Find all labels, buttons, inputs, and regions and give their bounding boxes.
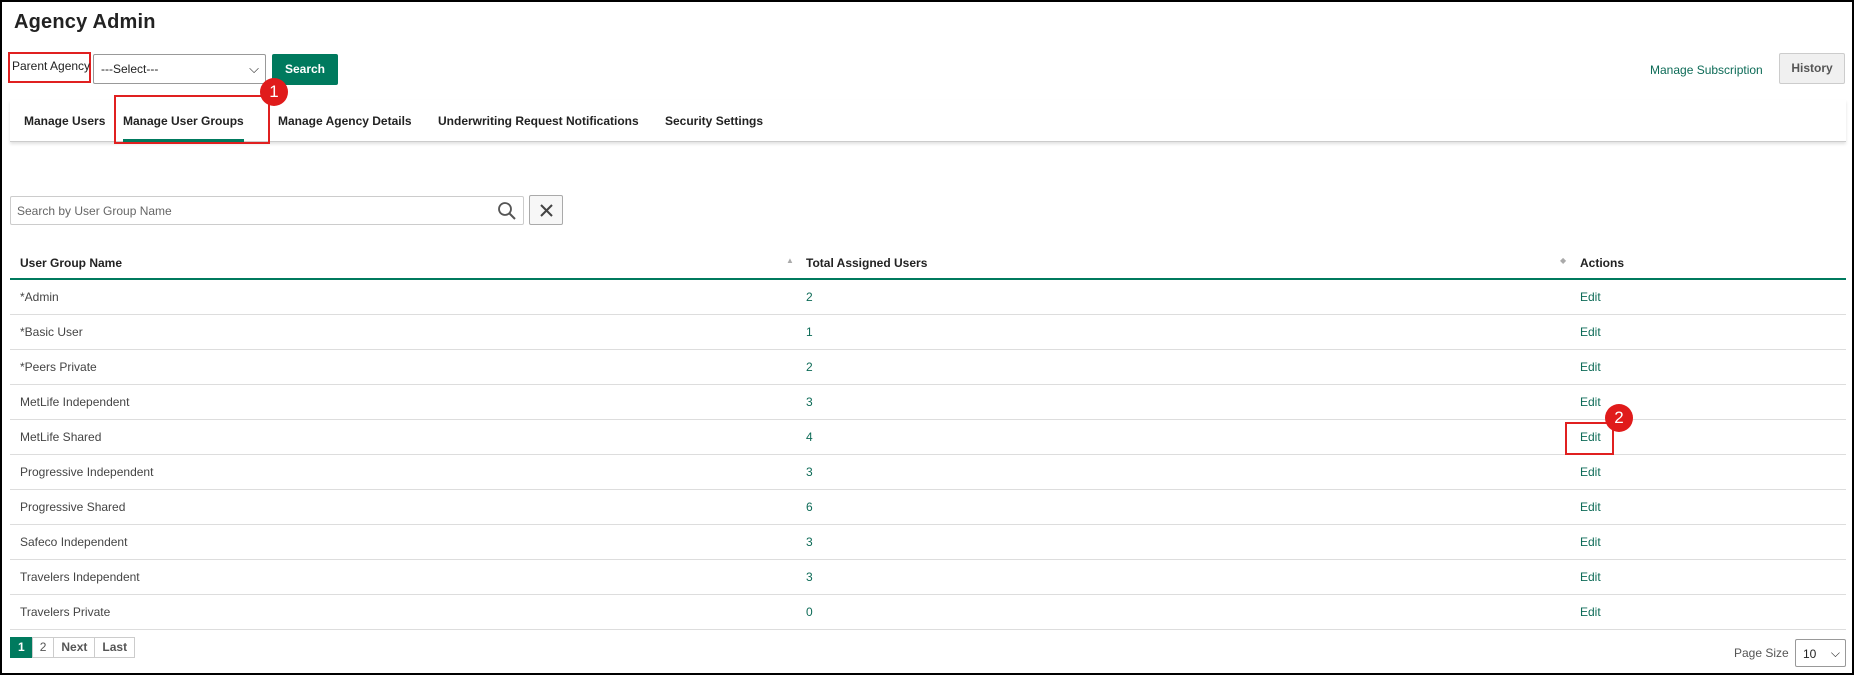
tab-security-settings[interactable]: Security Settings [665,100,763,142]
user-group-name: *Admin [20,290,59,304]
column-header-actions: Actions [1580,256,1625,270]
assigned-users-count[interactable]: 3 [806,465,813,479]
table-row: Travelers Private 0 Edit [10,595,1846,630]
annotation-highlight-edit [1565,422,1614,455]
assigned-users-count[interactable]: 0 [806,605,813,619]
edit-link[interactable]: Edit [1580,395,1601,409]
annotation-highlight-tab [114,95,270,144]
table-row: *Admin 2 Edit [10,280,1846,315]
parent-agency-select-value: ---Select--- [101,62,159,76]
table-row: Travelers Independent 3 Edit [10,560,1846,595]
user-group-name: Travelers Independent [20,570,140,584]
user-group-name: Travelers Private [20,605,111,619]
page-size-label: Page Size [1734,646,1789,660]
tab-manage-users[interactable]: Manage Users [24,100,105,142]
user-group-name: MetLife Shared [20,430,102,444]
user-group-name: *Basic User [20,325,83,339]
assigned-users-count[interactable]: 3 [806,395,813,409]
user-group-name: MetLife Independent [20,395,130,409]
page-1-button[interactable]: 1 [10,637,33,658]
clear-search-button[interactable] [529,195,563,225]
sort-ascending-icon[interactable]: ▲ [786,256,794,265]
annotation-marker-1: 1 [260,78,288,106]
chevron-down-icon: ⌵ [249,61,259,76]
user-group-name: Progressive Independent [20,465,154,479]
edit-link[interactable]: Edit [1580,325,1601,339]
chevron-down-icon: ⌵ [1830,646,1840,660]
column-header-user-group-name[interactable]: User Group Name [20,256,122,270]
window-frame: Agency Admin Parent Agency ---Select--- … [0,0,1854,675]
table-row: Progressive Independent 3 Edit [10,455,1846,490]
close-icon [540,204,553,217]
page-title: Agency Admin [14,11,156,33]
table-row: *Basic User 1 Edit [10,315,1846,350]
annotation-marker-2: 2 [1605,404,1633,432]
edit-link[interactable]: Edit [1580,360,1601,374]
table-row: MetLife Independent 3 Edit [10,385,1846,420]
assigned-users-count[interactable]: 2 [806,360,813,374]
assigned-users-count[interactable]: 3 [806,535,813,549]
column-header-total-assigned-users[interactable]: Total Assigned Users [806,256,927,270]
search-box [10,196,524,225]
assigned-users-count[interactable]: 6 [806,500,813,514]
assigned-users-count[interactable]: 1 [806,325,813,339]
history-button[interactable]: History [1779,53,1845,84]
edit-link[interactable]: Edit [1580,465,1601,479]
next-page-button[interactable]: Next [53,637,96,658]
page-size-value: 10 [1803,647,1817,661]
user-group-name: *Peers Private [20,360,97,374]
last-page-button[interactable]: Last [94,637,136,658]
assigned-users-count[interactable]: 2 [806,290,813,304]
table-row: Progressive Shared 6 Edit [10,490,1846,525]
page-size-select[interactable]: 10 ⌵ [1795,639,1846,667]
search-icon[interactable] [497,201,517,221]
tab-manage-agency-details[interactable]: Manage Agency Details [278,100,412,142]
parent-agency-label: Parent Agency [8,52,91,83]
tab-bar: Manage Users Manage User Groups Manage A… [10,100,1846,142]
assigned-users-count[interactable]: 4 [806,430,813,444]
edit-link[interactable]: Edit [1580,290,1601,304]
table-header: User Group Name ▲ Total Assigned Users ◆… [10,246,1846,280]
edit-link[interactable]: Edit [1580,605,1601,619]
edit-link[interactable]: Edit [1580,500,1601,514]
table-row: Safeco Independent 3 Edit [10,525,1846,560]
edit-link[interactable]: Edit [1580,535,1601,549]
sort-icon[interactable]: ◆ [1560,256,1566,265]
tab-underwriting-request-notifications[interactable]: Underwriting Request Notifications [438,100,639,142]
user-group-name: Safeco Independent [20,535,128,549]
manage-subscription-link[interactable]: Manage Subscription [1650,63,1763,77]
page-2-button[interactable]: 2 [31,637,55,658]
user-group-name: Progressive Shared [20,500,126,514]
pagination: 1 2 Next Last [10,637,136,658]
search-input[interactable] [17,202,487,220]
assigned-users-count[interactable]: 3 [806,570,813,584]
table-row: *Peers Private 2 Edit [10,350,1846,385]
parent-agency-select[interactable]: ---Select--- ⌵ [93,54,266,84]
edit-link[interactable]: Edit [1580,570,1601,584]
